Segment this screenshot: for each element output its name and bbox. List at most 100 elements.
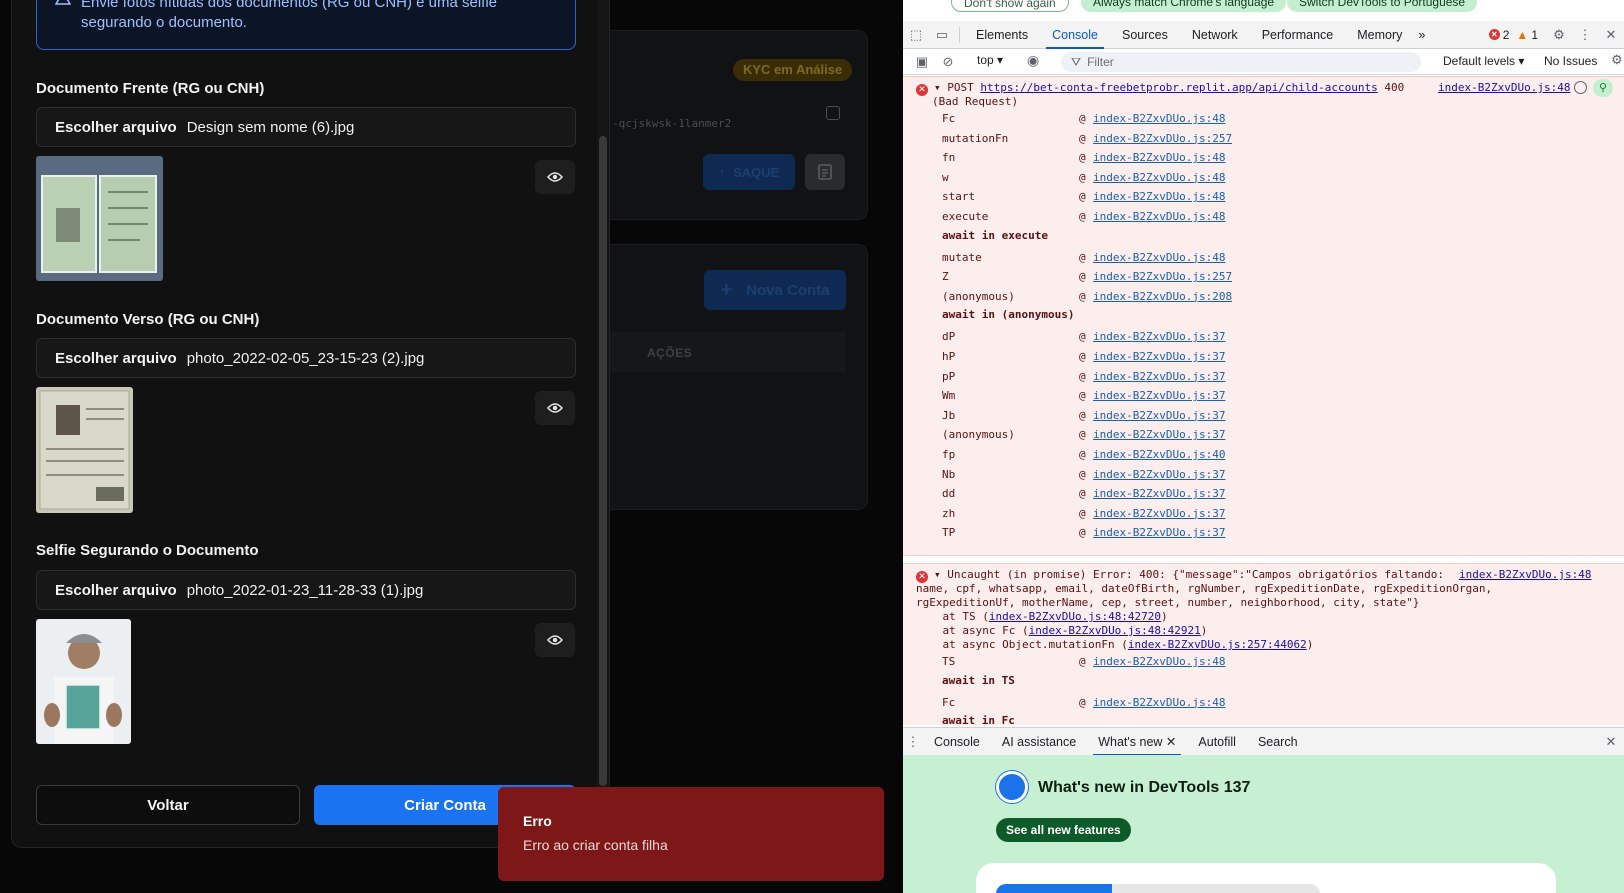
issues-counter[interactable]: No Issues — [1544, 54, 1597, 68]
selfie-file-input[interactable]: Escolher arquivo photo_2022-01-23_11-28-… — [36, 570, 576, 610]
error-toast[interactable]: Erro Erro ao criar conta filha — [498, 787, 884, 881]
lightbulb-icon[interactable]: ⚲ — [1593, 79, 1613, 97]
drawer-tab-console[interactable]: Console — [923, 728, 991, 756]
modal-scrollbar[interactable] — [597, 0, 609, 847]
stack-source-link[interactable]: index-B2ZxvDUo.js:48 — [1093, 187, 1225, 207]
device-toolbar-icon[interactable]: ▭ — [929, 21, 955, 49]
choose-file-button[interactable]: Escolher arquivo — [55, 582, 177, 599]
tab-elements[interactable]: Elements — [964, 21, 1040, 49]
clear-console-icon[interactable]: ⊘ — [935, 48, 961, 76]
error-at-line: at TS (index-B2ZxvDUo.js:48:42720) — [916, 610, 1168, 623]
stack-frame: Fc @ index-B2ZxvDUo.js:48 — [942, 693, 1622, 713]
at-symbol: @ — [1079, 408, 1086, 422]
document-back-file-input[interactable]: Escolher arquivo photo_2022-02-05_23-15-… — [36, 338, 576, 378]
context-select[interactable]: top ▾ — [977, 53, 1003, 67]
document-front-file-input[interactable]: Escolher arquivo Design sem nome (6).jpg — [36, 107, 576, 147]
stack-link[interactable]: index-B2ZxvDUo.js:257:44062 — [1128, 638, 1307, 651]
console-error-entry: ✕ ▾ POST https://bet-conta-freebetprobr.… — [903, 76, 1624, 556]
source-link[interactable]: index-B2ZxvDUo.js:48 — [1438, 81, 1570, 94]
match-language-button[interactable]: Always match Chrome's language — [1081, 0, 1287, 12]
drawer-tab-search[interactable]: Search — [1247, 728, 1309, 756]
stack-source-link[interactable]: index-B2ZxvDUo.js:37 — [1093, 347, 1225, 367]
devtools-main-tabs: ⬚ ▭ Elements Console Sources Network Per… — [903, 21, 1624, 49]
back-button[interactable]: Voltar — [36, 785, 300, 825]
at-symbol: @ — [1079, 330, 1086, 344]
ai-explain-icon[interactable] — [1574, 81, 1587, 94]
log-levels-dropdown[interactable]: Default levels ▾ — [1443, 54, 1524, 68]
error-summary[interactable]: ▾ POST https://bet-conta-freebetprobr.re… — [934, 81, 1404, 94]
at-symbol: @ — [1079, 190, 1086, 204]
tab-memory[interactable]: Memory — [1345, 21, 1414, 49]
stack-source-link[interactable]: index-B2ZxvDUo.js:48 — [1093, 693, 1225, 713]
stack-source-link[interactable]: index-B2ZxvDUo.js:257 — [1093, 267, 1232, 287]
stack-function-name: zh — [942, 506, 956, 520]
stack-source-link[interactable]: index-B2ZxvDUo.js:37 — [1093, 465, 1225, 485]
stack-source-link[interactable]: index-B2ZxvDUo.js:37 — [1093, 504, 1225, 524]
stack-link[interactable]: index-B2ZxvDUo.js:48:42921 — [1029, 624, 1201, 637]
live-expression-eye-icon[interactable]: ◉ — [1027, 52, 1039, 69]
inspect-element-icon[interactable]: ⬚ — [903, 21, 929, 49]
sidebar-toggle-icon[interactable]: ▣ — [909, 48, 935, 76]
preview-eye-button[interactable] — [535, 391, 575, 425]
stack-source-link[interactable]: index-B2ZxvDUo.js:37 — [1093, 523, 1225, 543]
stack-source-link[interactable]: index-B2ZxvDUo.js:48 — [1093, 207, 1225, 227]
drawer-tab-ai-assistance[interactable]: AI assistance — [991, 728, 1087, 756]
stack-source-link[interactable]: index-B2ZxvDUo.js:48 — [1093, 148, 1225, 168]
error-count-badge[interactable]: ✕ 2 ▲ 1 — [1488, 28, 1538, 42]
stack-function-name: TP — [942, 526, 956, 540]
stack-link[interactable]: index-B2ZxvDUo.js:48:42720 — [989, 610, 1161, 623]
tab-console[interactable]: Console — [1040, 21, 1110, 49]
close-devtools-icon[interactable]: ✕ — [1598, 21, 1624, 49]
drawer-tab-autofill[interactable]: Autofill — [1187, 728, 1247, 756]
preview-eye-button[interactable] — [535, 160, 575, 194]
stack-source-link[interactable]: index-B2ZxvDUo.js:37 — [1093, 425, 1225, 445]
more-tabs-button[interactable]: » — [1414, 21, 1429, 49]
settings-gear-icon[interactable]: ⚙ — [1546, 21, 1572, 49]
stack-source-link[interactable]: index-B2ZxvDUo.js:37 — [1093, 327, 1225, 347]
drawer-tab-whats-new[interactable]: What's new ✕ — [1087, 728, 1187, 756]
at-symbol: @ — [1079, 695, 1086, 709]
stack-source-link[interactable]: index-B2ZxvDUo.js:48 — [1093, 109, 1225, 129]
error-message-line-1[interactable]: ▾ Uncaught (in promise) Error: 400: {"me… — [934, 568, 1444, 581]
stack-source-link[interactable]: index-B2ZxvDUo.js:37 — [1093, 367, 1225, 387]
at-symbol: @ — [1079, 369, 1086, 383]
close-tab-icon[interactable]: ✕ — [1166, 735, 1176, 749]
saque-label: SAQUE — [733, 164, 780, 180]
document-button[interactable] — [805, 154, 845, 190]
modal-scrollbar-thumb[interactable] — [599, 136, 607, 786]
stack-source-link[interactable]: index-B2ZxvDUo.js:48 — [1093, 168, 1225, 188]
preview-eye-button[interactable] — [535, 623, 575, 657]
tab-network[interactable]: Network — [1180, 21, 1250, 49]
tab-performance[interactable]: Performance — [1250, 21, 1346, 49]
tab-sources[interactable]: Sources — [1110, 21, 1180, 49]
stack-source-link[interactable]: index-B2ZxvDUo.js:37 — [1093, 386, 1225, 406]
plus-icon: + — [720, 278, 733, 301]
stack-source-link[interactable]: index-B2ZxvDUo.js:37 — [1093, 484, 1225, 504]
see-all-features-button[interactable]: See all new features — [996, 818, 1131, 842]
switch-language-button[interactable]: Switch DevTools to Portuguese — [1287, 0, 1478, 12]
saque-button[interactable]: ↑ SAQUE — [703, 154, 795, 190]
feature-card[interactable] — [976, 863, 1556, 893]
stack-frame: (anonymous) @ index-B2ZxvDUo.js:208 — [942, 287, 1622, 307]
stack-source-link[interactable]: index-B2ZxvDUo.js:208 — [1093, 287, 1232, 307]
drawer-menu-icon[interactable]: ⋮ — [903, 728, 923, 756]
console-settings-icon[interactable]: ⚙ — [1611, 52, 1623, 68]
stack-function-name: (anonymous) — [942, 289, 1015, 303]
filter-placeholder: Filter — [1087, 55, 1114, 69]
dont-show-again-button[interactable]: Don't show again — [951, 0, 1069, 12]
request-url-link[interactable]: https://bet-conta-freebetprobr.replit.ap… — [980, 81, 1377, 94]
close-drawer-icon[interactable]: ✕ — [1598, 728, 1624, 756]
stack-source-link[interactable]: index-B2ZxvDUo.js:37 — [1093, 406, 1225, 426]
stack-source-link[interactable]: index-B2ZxvDUo.js:48 — [1093, 248, 1225, 268]
stack-source-link[interactable]: index-B2ZxvDUo.js:257 — [1093, 129, 1232, 149]
more-options-icon[interactable]: ⋮ — [1572, 21, 1598, 49]
console-filter-input[interactable]: ⛛ Filter — [1061, 52, 1421, 72]
http-method: POST — [947, 81, 974, 94]
stack-source-link[interactable]: index-B2ZxvDUo.js:40 — [1093, 445, 1225, 465]
choose-file-button[interactable]: Escolher arquivo — [55, 119, 177, 136]
stack-source-link[interactable]: index-B2ZxvDUo.js:48 — [1093, 652, 1225, 672]
nova-conta-button[interactable]: + Nova Conta — [704, 270, 846, 310]
choose-file-button[interactable]: Escolher arquivo — [55, 350, 177, 367]
stack-function-name: Z — [942, 270, 949, 284]
source-link[interactable]: index-B2ZxvDUo.js:48 — [1459, 568, 1591, 581]
